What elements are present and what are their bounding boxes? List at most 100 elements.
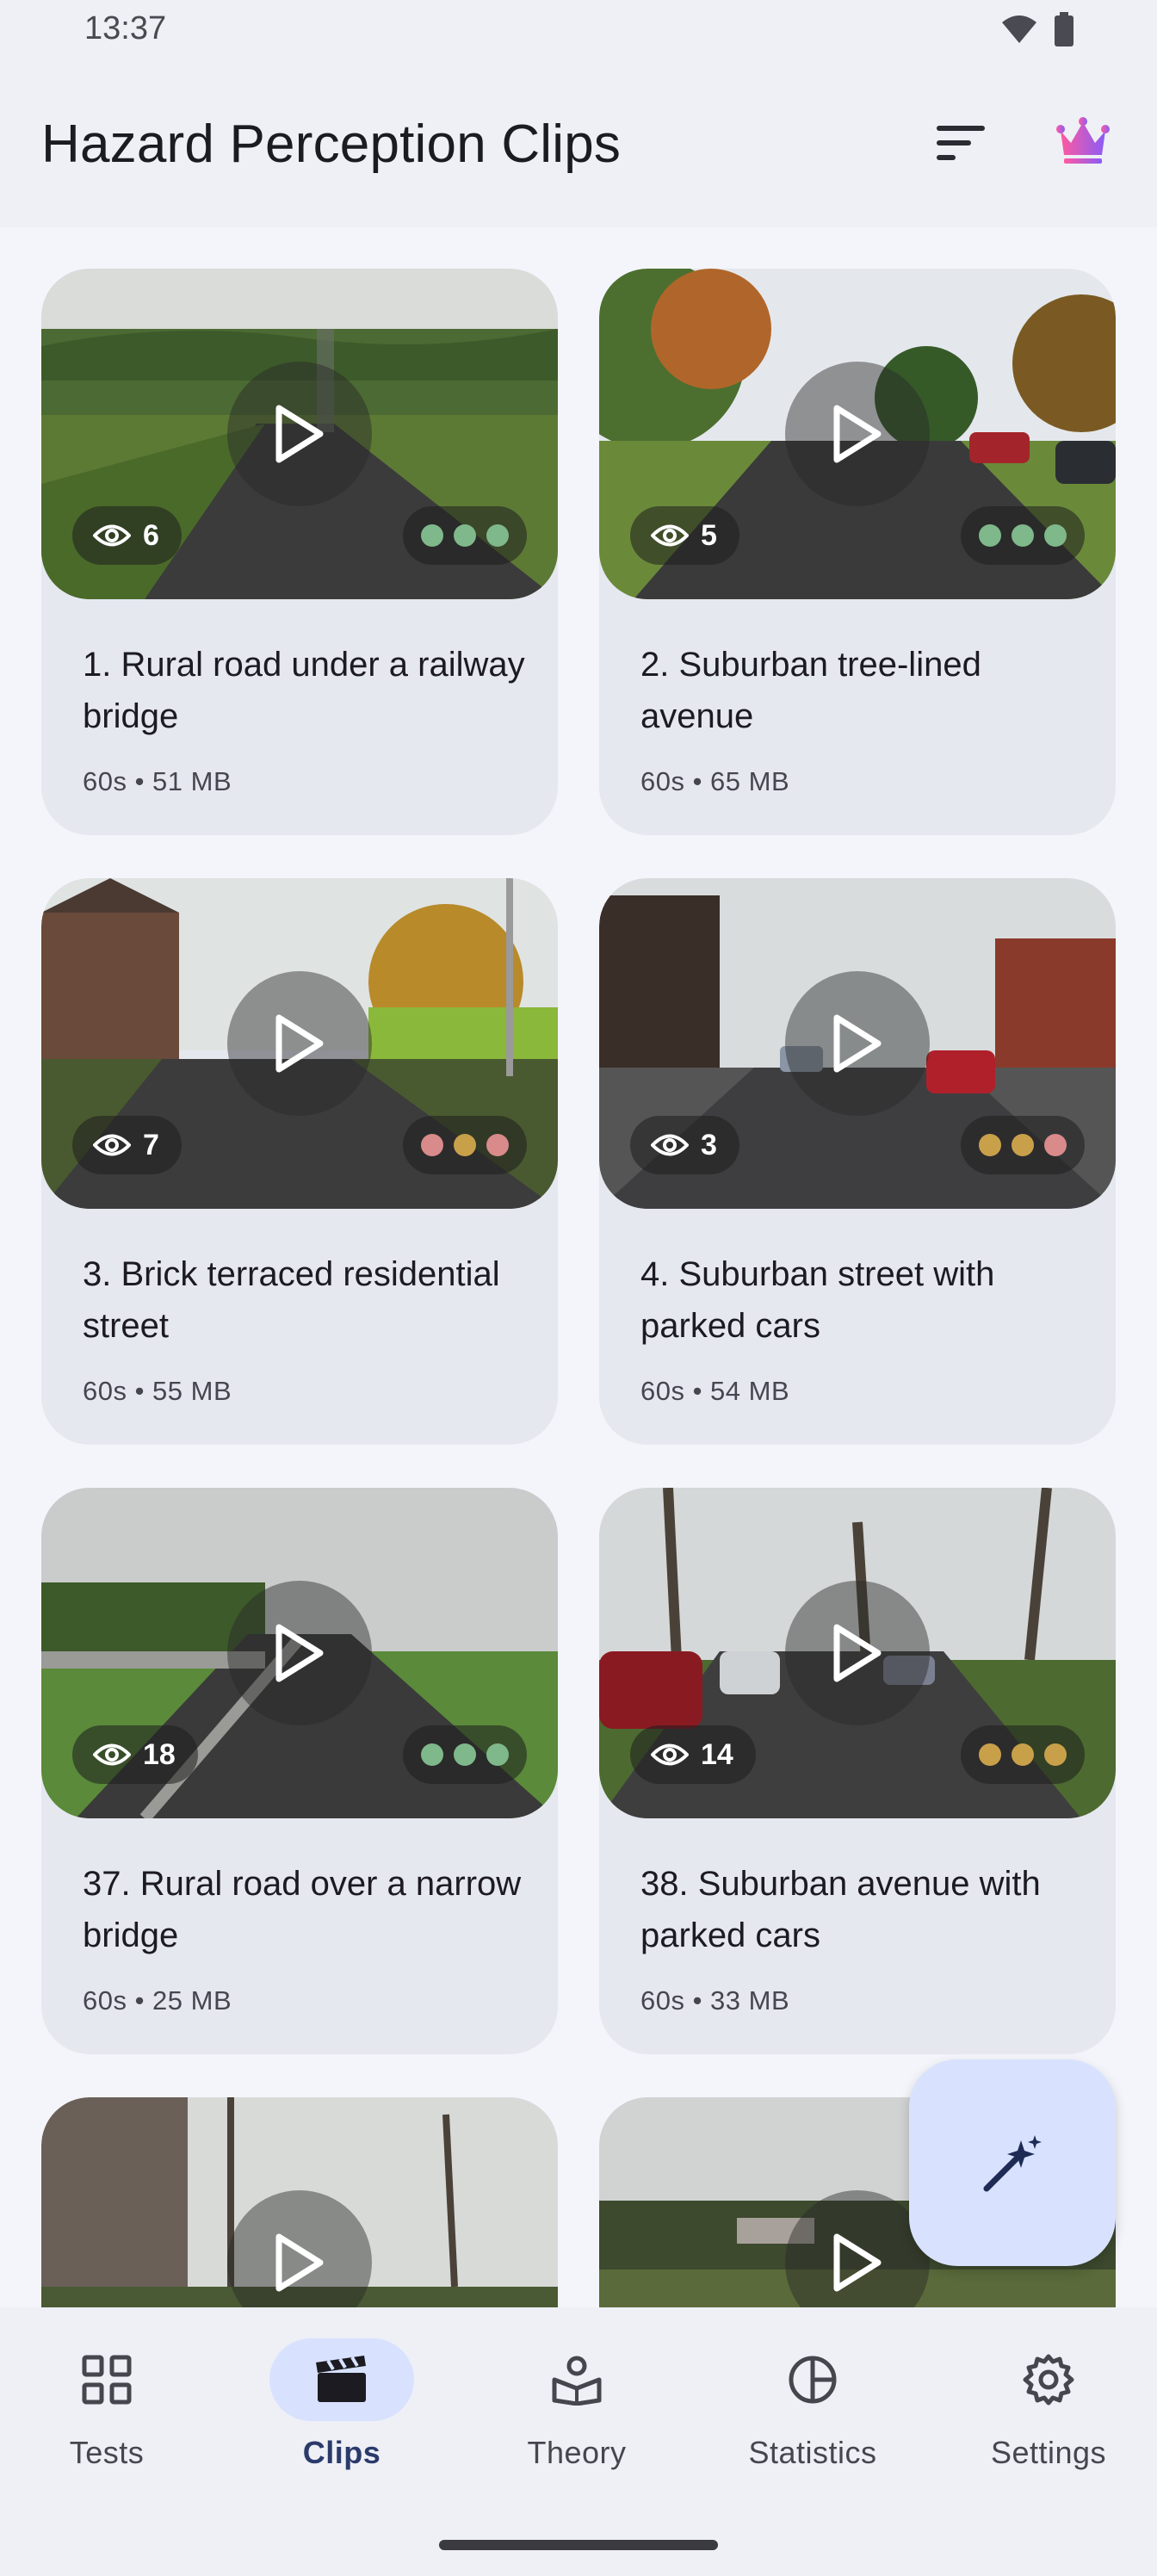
difficulty-dot — [421, 1743, 443, 1766]
home-indicator[interactable] — [439, 2540, 718, 2550]
clip-meta: 60s • 25 MB — [83, 1985, 232, 2016]
views-badge: 14 — [630, 1725, 756, 1784]
difficulty-indicator — [961, 1725, 1085, 1784]
difficulty-indicator — [961, 506, 1085, 565]
clip-title: 1. Rural road under a railway bridge — [83, 646, 525, 735]
clip-card[interactable]: 5 2. Suburban tree-lined avenue 60s • 65… — [599, 269, 1116, 835]
difficulty-dot — [1044, 1134, 1067, 1156]
play-icon — [833, 2233, 882, 2292]
gear-icon — [1023, 2354, 1074, 2406]
clip-meta: 60s • 54 MB — [640, 1376, 790, 1406]
clip-thumbnail[interactable]: 14 — [599, 1488, 1116, 1818]
app-bar: Hazard Perception Clips — [0, 62, 1157, 227]
difficulty-dot — [454, 524, 476, 547]
clip-card[interactable] — [41, 2097, 558, 2307]
nav-icon-container — [976, 2338, 1121, 2421]
eye-icon — [93, 1134, 131, 1156]
play-icon — [275, 1014, 324, 1073]
difficulty-dot — [421, 524, 443, 547]
play-icon — [275, 405, 324, 463]
play-button[interactable] — [227, 362, 372, 506]
status-time: 13:37 — [84, 10, 167, 46]
clip-thumbnail[interactable]: 6 — [41, 269, 558, 599]
clip-title: 3. Brick terraced residential street — [83, 1255, 500, 1345]
play-icon — [275, 2233, 324, 2292]
status-icons — [1000, 12, 1074, 46]
nav-label: Theory — [527, 2435, 627, 2470]
clip-meta: 60s • 55 MB — [83, 1376, 232, 1406]
nav-label: Statistics — [748, 2435, 877, 2470]
wifi-icon — [1002, 15, 1036, 43]
battery-icon — [1055, 12, 1073, 46]
clip-meta: 60s • 33 MB — [640, 1985, 790, 2016]
nav-label: Clips — [302, 2435, 381, 2470]
bottom-navigation: Tests Clips Theory Statistics Settings — [0, 2307, 1157, 2576]
difficulty-dot — [1044, 1743, 1067, 1766]
magic-wand-icon — [983, 2135, 1042, 2192]
play-button[interactable] — [785, 971, 930, 1116]
nav-item-tests[interactable]: Tests — [12, 2338, 201, 2511]
nav-item-statistics[interactable]: Statistics — [718, 2338, 907, 2511]
clip-card[interactable]: 6 1. Rural road under a railway bridge 6… — [41, 269, 558, 835]
difficulty-dot — [454, 1743, 476, 1766]
grid-icon — [82, 2355, 132, 2405]
pie-chart-icon — [789, 2356, 837, 2404]
difficulty-indicator — [403, 1725, 527, 1784]
clip-meta: 60s • 65 MB — [640, 766, 790, 796]
sort-button[interactable] — [930, 112, 992, 174]
clapperboard-icon — [316, 2356, 366, 2402]
views-badge: 3 — [630, 1116, 739, 1174]
views-badge: 7 — [72, 1116, 182, 1174]
clip-card[interactable]: 18 37. Rural road over a narrow bridge 6… — [41, 1488, 558, 2054]
clip-thumbnail[interactable]: 3 — [599, 878, 1116, 1209]
nav-icon-container — [269, 2338, 414, 2421]
crown-icon — [1056, 117, 1110, 164]
clip-meta: 60s • 51 MB — [83, 766, 232, 796]
eye-icon — [93, 1743, 131, 1766]
views-count: 14 — [701, 1737, 733, 1771]
clip-thumbnail[interactable] — [41, 2097, 558, 2307]
clips-grid: 6 1. Rural road under a railway bridge 6… — [0, 227, 1157, 2307]
clip-title: 38. Suburban avenue with parked cars — [640, 1865, 1041, 1954]
premium-button[interactable] — [1052, 110, 1114, 172]
difficulty-dot — [486, 524, 509, 547]
difficulty-dot — [1012, 1743, 1034, 1766]
views-count: 7 — [143, 1128, 159, 1161]
nav-icon-container — [504, 2338, 649, 2421]
difficulty-dot — [421, 1134, 443, 1156]
clip-card[interactable]: 3 4. Suburban street with parked cars 60… — [599, 878, 1116, 1445]
difficulty-indicator — [403, 1116, 527, 1174]
play-button[interactable] — [785, 362, 930, 506]
views-count: 18 — [143, 1737, 176, 1771]
views-count: 5 — [701, 518, 717, 552]
magic-fab-button[interactable] — [909, 2059, 1116, 2266]
difficulty-dot — [979, 524, 1001, 547]
difficulty-indicator — [403, 506, 527, 565]
nav-item-clips[interactable]: Clips — [247, 2338, 436, 2511]
nav-icon-container — [34, 2338, 179, 2421]
clip-title: 4. Suburban street with parked cars — [640, 1255, 995, 1345]
play-icon — [833, 1624, 882, 1682]
play-button[interactable] — [227, 971, 372, 1116]
views-badge: 18 — [72, 1725, 198, 1784]
difficulty-dot — [979, 1134, 1001, 1156]
clip-thumbnail[interactable]: 7 — [41, 878, 558, 1209]
sort-icon — [937, 126, 985, 160]
clip-title: 37. Rural road over a narrow bridge — [83, 1865, 522, 1954]
difficulty-dot — [454, 1134, 476, 1156]
play-button[interactable] — [227, 1581, 372, 1725]
nav-item-theory[interactable]: Theory — [482, 2338, 671, 2511]
views-count: 6 — [143, 518, 159, 552]
play-button[interactable] — [785, 1581, 930, 1725]
clip-card[interactable]: 7 3. Brick terraced residential street 6… — [41, 878, 558, 1445]
clip-thumbnail[interactable]: 5 — [599, 269, 1116, 599]
book-person-icon — [552, 2356, 602, 2406]
difficulty-dot — [486, 1134, 509, 1156]
difficulty-indicator — [961, 1116, 1085, 1174]
play-icon — [833, 405, 882, 463]
clip-thumbnail[interactable]: 18 — [41, 1488, 558, 1818]
nav-label: Settings — [990, 2435, 1107, 2470]
play-icon — [275, 1624, 324, 1682]
clip-card[interactable]: 14 38. Suburban avenue with parked cars … — [599, 1488, 1116, 2054]
nav-item-settings[interactable]: Settings — [954, 2338, 1143, 2511]
